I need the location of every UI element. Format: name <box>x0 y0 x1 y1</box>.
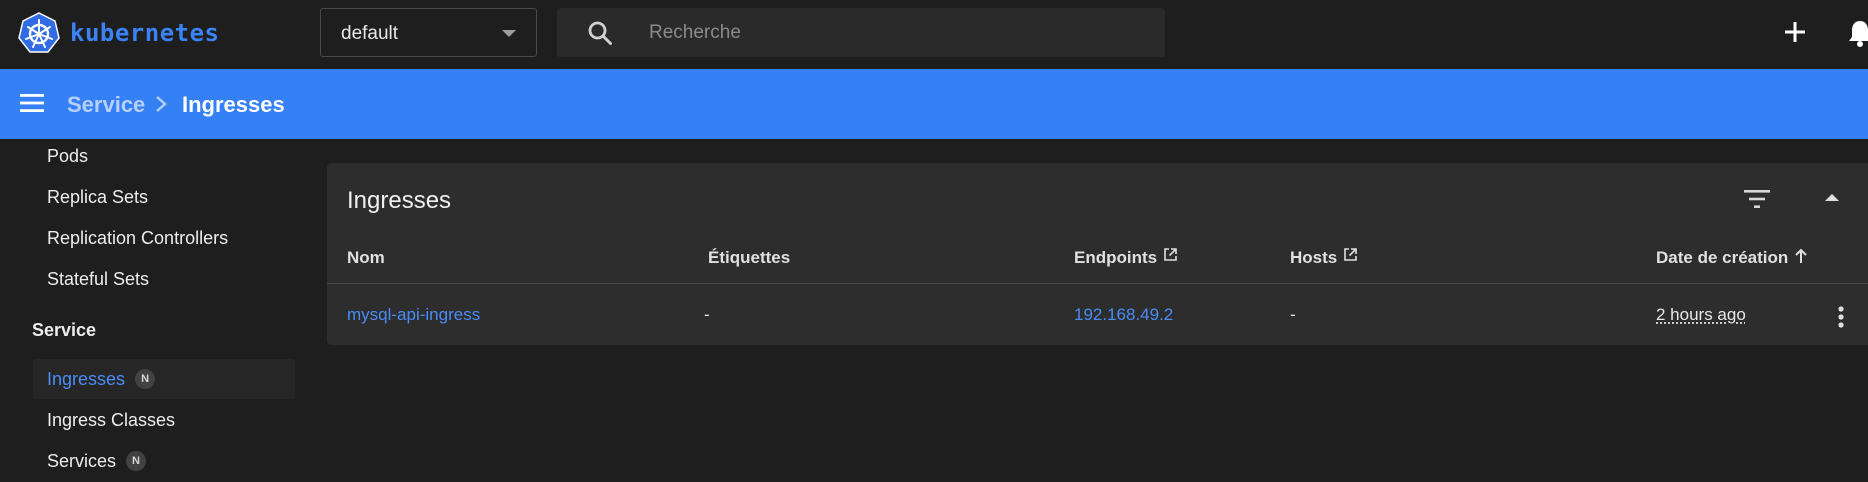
namespaced-badge: N <box>126 451 147 471</box>
sidebar: Pods Replica Sets Replication Controller… <box>0 139 310 482</box>
sidebar-item-replication-controllers[interactable]: Replication Controllers <box>33 218 295 258</box>
plus-icon[interactable] <box>1782 19 1808 45</box>
sidebar-item-replica-sets[interactable]: Replica Sets <box>33 177 295 217</box>
ingress-endpoint-link[interactable]: 192.168.49.2 <box>1074 305 1173 325</box>
namespace-value: default <box>341 23 399 44</box>
brand-name: kubernetes <box>70 19 220 47</box>
sidebar-item-label: Replication Controllers <box>47 227 229 248</box>
sidebar-item-ingress-classes[interactable]: Ingress Classes <box>33 400 295 440</box>
sidebar-item-ingresses[interactable]: Ingresses N <box>33 359 295 399</box>
card-title: Ingresses <box>347 187 452 214</box>
namespace-select[interactable]: default <box>320 8 537 57</box>
external-link-icon <box>1344 247 1358 261</box>
top-bar: kubernetes default <box>0 0 1868 69</box>
sidebar-item-services[interactable]: Services N <box>33 441 295 481</box>
column-header-endpoints: Endpoints <box>1074 247 1178 268</box>
app-bar: Service Ingresses <box>0 69 1868 139</box>
column-header-label: Date de création <box>1656 248 1789 267</box>
search-input[interactable] <box>649 8 1149 57</box>
column-header-label: Nom <box>347 248 385 267</box>
kubernetes-logo-icon <box>18 12 60 53</box>
sidebar-item-label: Services <box>47 450 117 471</box>
search-icon[interactable] <box>587 20 613 46</box>
bell-icon[interactable] <box>1846 18 1868 48</box>
sidebar-item-label: Replica Sets <box>47 186 149 207</box>
chevron-right-icon <box>156 96 167 112</box>
collapse-icon[interactable] <box>1825 194 1839 201</box>
column-header-label: Étiquettes <box>708 248 791 267</box>
dropdown-caret-icon <box>502 30 516 37</box>
sidebar-item-label: Ingresses <box>47 368 126 389</box>
column-header-label: Endpoints <box>1074 248 1158 267</box>
column-header-created[interactable]: Date de création <box>1656 248 1808 268</box>
header-divider <box>327 283 1868 284</box>
more-vert-icon[interactable] <box>1838 306 1844 328</box>
breadcrumb-parent[interactable]: Service <box>67 92 145 118</box>
home-link[interactable]: kubernetes <box>18 12 220 54</box>
sidebar-group-service[interactable]: Service <box>32 320 96 341</box>
sidebar-item-label: Stateful Sets <box>47 268 150 289</box>
search-bar <box>557 8 1165 57</box>
ingress-labels: - <box>704 305 710 324</box>
column-header-name[interactable]: Nom <box>347 248 385 268</box>
sidebar-item-stateful-sets[interactable]: Stateful Sets <box>33 259 295 299</box>
ingress-created-date: 2 hours ago <box>1656 305 1746 324</box>
ingress-hosts: - <box>1290 305 1296 324</box>
sidebar-item-pods[interactable]: Pods <box>33 136 295 176</box>
column-header-labels: Étiquettes <box>708 248 790 268</box>
namespaced-badge: N <box>135 369 156 389</box>
ingress-name-link[interactable]: mysql-api-ingress <box>347 305 480 325</box>
sidebar-item-label: Pods <box>47 145 89 166</box>
column-header-label: Hosts <box>1290 248 1338 267</box>
arrow-up-icon <box>1795 248 1807 263</box>
external-link-icon <box>1164 247 1177 261</box>
sidebar-item-label: Ingress Classes <box>47 409 176 430</box>
ingresses-card: Ingresses Nom Étiquettes Endpoints Hosts… <box>327 163 1868 345</box>
filter-icon[interactable] <box>1744 189 1770 209</box>
column-header-hosts: Hosts <box>1290 247 1358 268</box>
breadcrumb-current: Ingresses <box>182 92 285 117</box>
menu-icon[interactable] <box>20 93 44 113</box>
